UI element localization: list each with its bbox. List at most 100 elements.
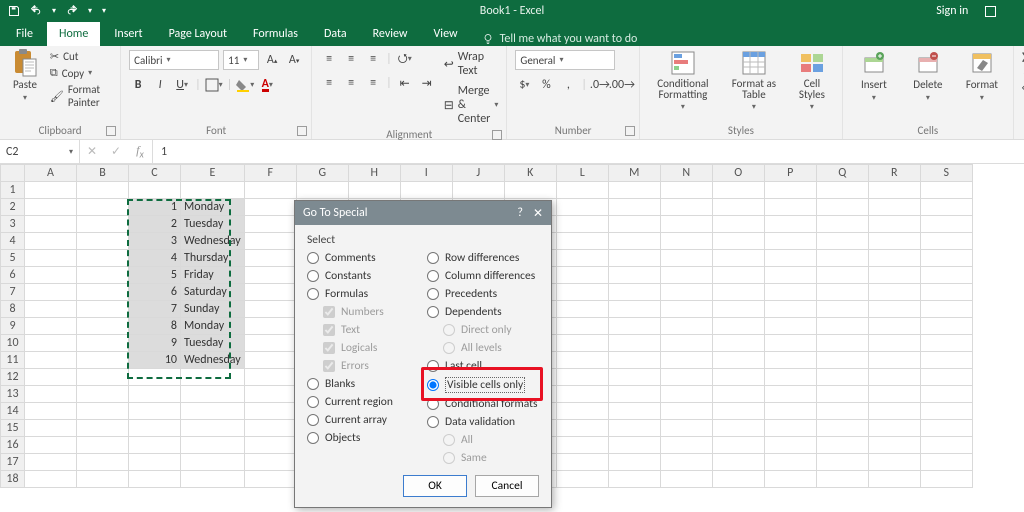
- tab-review[interactable]: Review: [361, 22, 420, 46]
- cell-B1[interactable]: [77, 182, 129, 199]
- cell-L9[interactable]: [556, 318, 608, 335]
- row-header-7[interactable]: 7: [1, 284, 25, 301]
- undo-icon[interactable]: [30, 5, 42, 17]
- cell-Q16[interactable]: [816, 437, 868, 454]
- cell-F3[interactable]: [244, 216, 296, 233]
- cell-E11[interactable]: Wednesday: [181, 352, 245, 369]
- ribbon-display-options-icon[interactable]: [985, 6, 996, 17]
- paste-button[interactable]: Paste ▾: [8, 50, 42, 103]
- cell-J1[interactable]: [452, 182, 504, 199]
- opt-blanks[interactable]: Blanks: [307, 377, 419, 391]
- cell-F12[interactable]: [244, 369, 296, 386]
- row-header-12[interactable]: 12: [1, 369, 25, 386]
- cell-E5[interactable]: Thursday: [181, 250, 245, 267]
- cell-S18[interactable]: [920, 471, 972, 488]
- cell-O12[interactable]: [712, 369, 764, 386]
- row-header-3[interactable]: 3: [1, 216, 25, 233]
- cell-B6[interactable]: [77, 267, 129, 284]
- align-right-icon[interactable]: ≡: [364, 74, 382, 92]
- cell-C17[interactable]: [129, 454, 181, 471]
- number-format-combo[interactable]: General▾: [515, 50, 615, 70]
- cell-L3[interactable]: [556, 216, 608, 233]
- cell-O13[interactable]: [712, 386, 764, 403]
- cell-F10[interactable]: [244, 335, 296, 352]
- cell-N18[interactable]: [660, 471, 712, 488]
- cell-R15[interactable]: [868, 420, 920, 437]
- clipboard-dialog-launcher[interactable]: [106, 126, 116, 136]
- cell-A17[interactable]: [25, 454, 77, 471]
- col-header-R[interactable]: R: [868, 165, 920, 182]
- cell-A15[interactable]: [25, 420, 77, 437]
- cell-C7[interactable]: 6: [129, 284, 181, 301]
- cell-M14[interactable]: [608, 403, 660, 420]
- insert-cells-button[interactable]: Insert▾: [851, 50, 897, 103]
- cell-A7[interactable]: [25, 284, 77, 301]
- opt-visible-cells-only[interactable]: Visible cells only: [427, 377, 539, 393]
- opt-conditional-formats[interactable]: Conditional formats: [427, 397, 539, 411]
- cell-O2[interactable]: [712, 199, 764, 216]
- col-header-M[interactable]: M: [608, 165, 660, 182]
- cell-N4[interactable]: [660, 233, 712, 250]
- cell-F6[interactable]: [244, 267, 296, 284]
- tab-formulas[interactable]: Formulas: [241, 22, 310, 46]
- cell-E18[interactable]: [181, 471, 245, 488]
- col-header-G[interactable]: G: [296, 165, 348, 182]
- cell-S7[interactable]: [920, 284, 972, 301]
- cell-B11[interactable]: [77, 352, 129, 369]
- cell-P11[interactable]: [764, 352, 816, 369]
- alignment-dialog-launcher[interactable]: [492, 130, 502, 140]
- cell-O16[interactable]: [712, 437, 764, 454]
- cell-L1[interactable]: [556, 182, 608, 199]
- cell-B7[interactable]: [77, 284, 129, 301]
- cell-O3[interactable]: [712, 216, 764, 233]
- cell-N14[interactable]: [660, 403, 712, 420]
- cell-M11[interactable]: [608, 352, 660, 369]
- name-box[interactable]: C2▾: [0, 140, 80, 163]
- cell-A18[interactable]: [25, 471, 77, 488]
- save-icon[interactable]: [8, 5, 20, 17]
- cell-O10[interactable]: [712, 335, 764, 352]
- col-header-A[interactable]: A: [25, 165, 77, 182]
- opt-current-array[interactable]: Current array: [307, 413, 419, 427]
- cell-N11[interactable]: [660, 352, 712, 369]
- cell-P4[interactable]: [764, 233, 816, 250]
- cell-N13[interactable]: [660, 386, 712, 403]
- cell-E13[interactable]: [181, 386, 245, 403]
- cell-Q3[interactable]: [816, 216, 868, 233]
- cell-M16[interactable]: [608, 437, 660, 454]
- cell-O14[interactable]: [712, 403, 764, 420]
- cell-E3[interactable]: Tuesday: [181, 216, 245, 233]
- decrease-font-icon[interactable]: A▾: [285, 51, 303, 69]
- cell-M6[interactable]: [608, 267, 660, 284]
- borders-button[interactable]: ▾: [205, 76, 223, 94]
- cell-F4[interactable]: [244, 233, 296, 250]
- cell-N15[interactable]: [660, 420, 712, 437]
- cell-M17[interactable]: [608, 454, 660, 471]
- cell-R1[interactable]: [868, 182, 920, 199]
- cell-B15[interactable]: [77, 420, 129, 437]
- opt-column-differences[interactable]: Column differences: [427, 269, 539, 283]
- cell-N1[interactable]: [660, 182, 712, 199]
- cell-R16[interactable]: [868, 437, 920, 454]
- cell-R9[interactable]: [868, 318, 920, 335]
- cell-O5[interactable]: [712, 250, 764, 267]
- cell-Q13[interactable]: [816, 386, 868, 403]
- cell-S9[interactable]: [920, 318, 972, 335]
- cell-F17[interactable]: [244, 454, 296, 471]
- col-header-N[interactable]: N: [660, 165, 712, 182]
- row-header-9[interactable]: 9: [1, 318, 25, 335]
- tab-insert[interactable]: Insert: [102, 22, 154, 46]
- cell-B17[interactable]: [77, 454, 129, 471]
- cell-N6[interactable]: [660, 267, 712, 284]
- cell-N9[interactable]: [660, 318, 712, 335]
- col-header-E[interactable]: E: [181, 165, 245, 182]
- cell-L13[interactable]: [556, 386, 608, 403]
- cell-C3[interactable]: 2: [129, 216, 181, 233]
- row-header-10[interactable]: 10: [1, 335, 25, 352]
- cell-L15[interactable]: [556, 420, 608, 437]
- row-header-11[interactable]: 11: [1, 352, 25, 369]
- cell-C4[interactable]: 3: [129, 233, 181, 250]
- cell-O11[interactable]: [712, 352, 764, 369]
- cell-B14[interactable]: [77, 403, 129, 420]
- cell-N3[interactable]: [660, 216, 712, 233]
